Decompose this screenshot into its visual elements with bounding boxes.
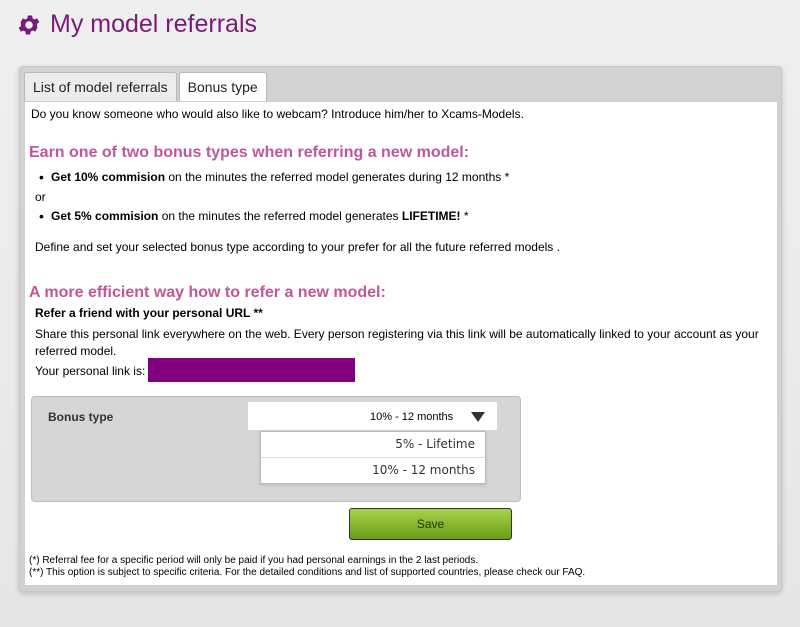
bullet-5-suffix: * <box>460 209 469 223</box>
bullet-10-text: on the minutes the referred model genera… <box>165 170 510 184</box>
personal-link-label: Your personal link is: <box>35 364 146 378</box>
refer-subheading: Refer a friend with your personal URL ** <box>35 306 263 320</box>
referrals-panel: List of model referrals Bonus type Do yo… <box>19 66 782 592</box>
save-button[interactable]: Save <box>349 508 512 540</box>
option-10-12-months[interactable]: 10% - 12 months <box>261 458 485 483</box>
bonus-type-form: Bonus type 10% - 12 months 5% - Lifetime… <box>31 396 521 502</box>
tab-bar: List of model referrals Bonus type <box>24 72 269 103</box>
bonus-type-select[interactable]: 10% - 12 months <box>248 402 497 430</box>
gear-icon <box>18 14 40 35</box>
define-text: Define and set your selected bonus type … <box>35 240 560 254</box>
personal-link-field[interactable] <box>148 358 355 382</box>
bonus-types-heading: Earn one of two bonus types when referri… <box>29 144 470 161</box>
page-title: My model referrals <box>50 10 257 38</box>
option-5-lifetime[interactable]: 5% - Lifetime <box>261 432 485 458</box>
bullet-10-percent: Get 10% commision on the minutes the ref… <box>39 169 510 185</box>
bonus-type-label: Bonus type <box>48 410 114 424</box>
or-text: or <box>35 190 46 204</box>
tab-bonus-type[interactable]: Bonus type <box>178 72 267 103</box>
refer-heading: A more efficient way how to refer a new … <box>29 284 386 301</box>
bullet-5-bold: Get 5% commision <box>51 209 159 223</box>
tab-content: Do you know someone who would also like … <box>24 101 778 586</box>
bullet-5-text: on the minutes the referred model genera… <box>158 209 402 223</box>
bullet-5-percent: Get 5% commision on the minutes the refe… <box>39 208 469 224</box>
tab-list-of-model-referrals[interactable]: List of model referrals <box>24 72 177 101</box>
page-header: My model referrals <box>16 10 257 39</box>
footnote-2: (**) This option is subject to specific … <box>29 567 586 578</box>
share-text: Share this personal link everywhere on t… <box>35 327 759 358</box>
bullet-10-bold: Get 10% commision <box>51 170 166 184</box>
intro-text: Do you know someone who would also like … <box>31 107 524 121</box>
footnote-1: (*) Referral fee for a specific period w… <box>29 555 479 566</box>
caret-down-icon <box>471 412 485 422</box>
bonus-type-selected-value: 10% - 12 months <box>370 411 454 423</box>
bonus-type-dropdown: 5% - Lifetime 10% - 12 months <box>260 431 486 484</box>
bullet-5-lifetime: LIFETIME! <box>401 209 461 223</box>
